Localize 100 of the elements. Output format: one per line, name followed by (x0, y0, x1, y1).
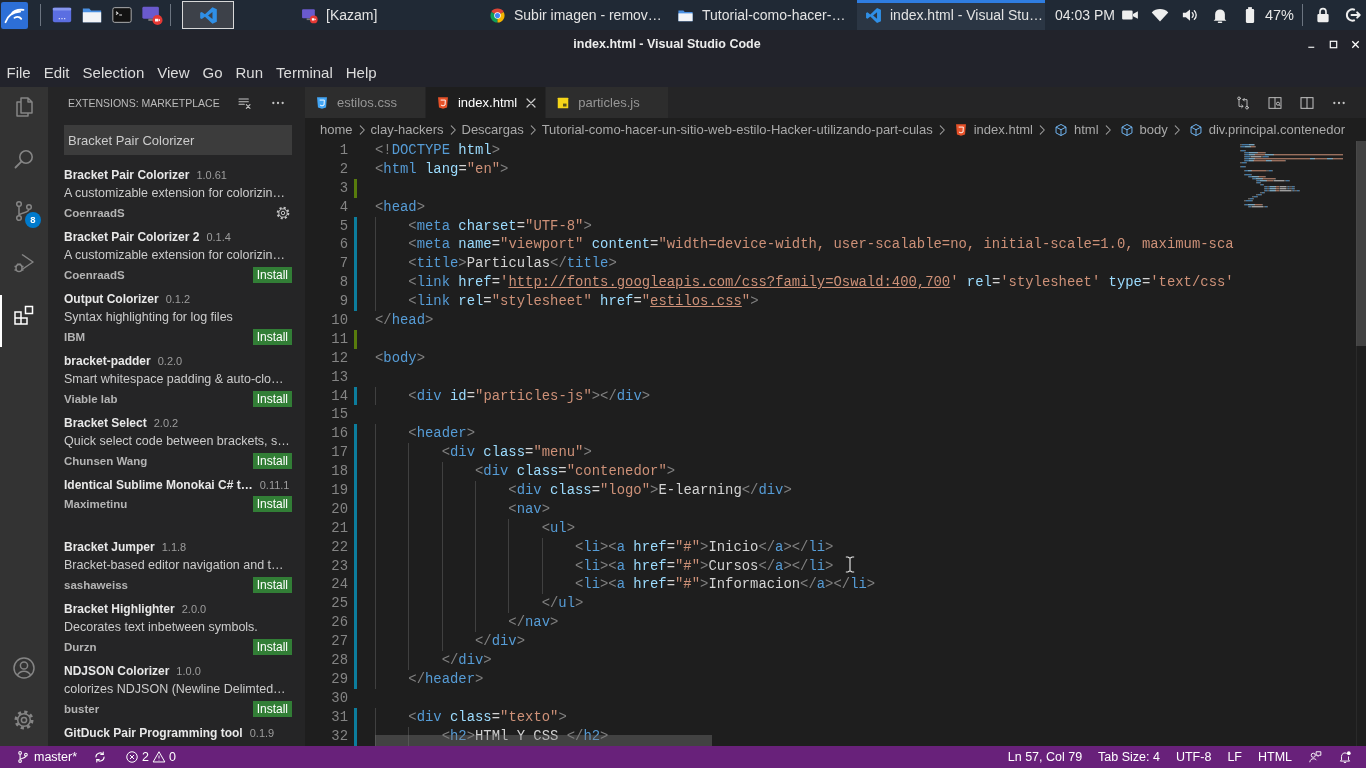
install-button[interactable]: Install (252, 700, 292, 717)
code-line: </div> (441, 651, 492, 670)
app-menu-icon[interactable] (1, 1, 28, 29)
extension-description: Syntax highlighting for log files (64, 309, 234, 326)
editor-tab[interactable]: index.html (425, 87, 547, 118)
extension-name[interactable]: NDJSON Colorizer (64, 663, 170, 678)
install-button[interactable]: Install (252, 638, 292, 655)
error-icon (125, 750, 140, 764)
line-number: 15 (330, 405, 348, 425)
breadcrumb-item[interactable]: home (320, 122, 353, 137)
extension-name[interactable]: Bracket Pair Colorizer 2 (64, 229, 200, 244)
extension-description: Bracket-based editor navigation and t… (64, 557, 285, 574)
line-number: 4 (338, 197, 348, 217)
html-file-icon (435, 95, 450, 110)
compare-changes-icon[interactable] (1235, 94, 1251, 111)
taskbar-button[interactable]: [Kazam] (293, 0, 481, 30)
extension-name[interactable]: Bracket Highlighter (64, 601, 175, 616)
line-number: 5 (338, 216, 348, 236)
breadcrumb-item[interactable]: Tutorial-como-hacer-un-sitio-web-estilo-Hacker-utilizando-part-culas (541, 122, 933, 137)
screen-recorder-icon[interactable] (141, 4, 163, 26)
breadcrumb-item[interactable]: Descargas (461, 122, 524, 137)
taskbar-button[interactable]: index.html - Visual Stu… (857, 0, 1045, 30)
preview-icon[interactable] (1267, 94, 1283, 111)
line-number: 3 (338, 178, 348, 198)
split-editor-icon[interactable] (1299, 94, 1315, 111)
settings-icon[interactable] (12, 708, 36, 732)
terminal-icon[interactable] (111, 4, 133, 26)
install-button[interactable]: Install (252, 452, 292, 469)
branch-button[interactable]: master* (16, 750, 78, 764)
gear-icon[interactable] (275, 204, 291, 221)
line-number: 27 (330, 632, 348, 652)
line-number: 6 (338, 235, 348, 255)
extension-name[interactable]: bracket-padder (64, 353, 151, 368)
extension-name[interactable]: Output Colorizer (64, 291, 159, 306)
search-field[interactable]: Bracket Pair Colorizer (64, 125, 292, 155)
sync-icon[interactable] (93, 750, 108, 764)
maximize-icon[interactable] (1328, 38, 1339, 50)
breadcrumb-item[interactable]: clay-hackers (370, 122, 444, 137)
taskbar-button[interactable]: Tutorial-como-hacer-… (669, 0, 857, 30)
status-item[interactable]: UTF-8 (1175, 750, 1212, 764)
line-number: 22 (330, 537, 348, 557)
breadcrumb-item[interactable]: body (1139, 122, 1168, 137)
editor-tab[interactable]: particles.js (546, 87, 669, 118)
breadcrumb-item[interactable]: html (1074, 122, 1099, 137)
code-line: <link href='http://fonts.googleapis.com/css?family=Oswald:400,700' rel='stylesheet' type='text/css' (408, 273, 1234, 293)
install-button[interactable]: Install (252, 495, 292, 512)
notification-icon[interactable] (1338, 750, 1352, 764)
menu-item[interactable]: Terminal (269, 64, 340, 81)
code-line: <ul> (541, 518, 575, 538)
install-button[interactable]: Install (252, 576, 292, 593)
status-item[interactable]: HTML (1257, 750, 1292, 764)
install-button[interactable]: Install (252, 328, 292, 345)
extension-version: 0.1.2 (165, 292, 191, 305)
publisher-name: Chunsen Wang (64, 454, 148, 467)
menu-item[interactable]: File (0, 64, 38, 81)
install-button[interactable]: Install (252, 266, 292, 283)
code-line: </ul> (541, 594, 584, 614)
scrollbar-thumb[interactable] (1356, 141, 1366, 346)
menu-item[interactable]: View (150, 64, 196, 81)
status-item[interactable]: LF (1227, 750, 1242, 764)
menu-item[interactable]: Selection (76, 64, 151, 81)
account-icon[interactable] (12, 656, 36, 680)
code-line: <title>Particulas</title> (408, 254, 617, 274)
clear-list-icon[interactable] (237, 95, 253, 111)
menu-item[interactable]: Help (339, 64, 384, 81)
extension-version: 1.0.61 (196, 168, 227, 181)
extension-name[interactable]: Bracket Jumper (64, 539, 155, 554)
breadcrumb-item[interactable]: index.html (973, 122, 1033, 137)
editor-tab[interactable]: estilos.css (305, 87, 426, 118)
install-button[interactable]: Install (252, 390, 292, 407)
extension-name[interactable]: Bracket Select (64, 415, 147, 430)
clock[interactable]: 04:03 PM (1055, 7, 1115, 23)
breadcrumb-item[interactable]: div.principal.contenedor (1208, 122, 1346, 137)
menu-item[interactable]: Edit (37, 64, 77, 81)
code-line: </header> (408, 669, 484, 689)
code-line: <meta charset="UTF-8"> (408, 216, 592, 236)
warning-icon (152, 750, 167, 764)
close-icon[interactable] (1350, 38, 1361, 50)
taskbar-button[interactable]: Subir imagen - remov… (481, 0, 669, 30)
extension-name[interactable]: Identical Sublime Monokai C# t… (64, 477, 253, 492)
js-file-icon (556, 95, 571, 110)
status-item[interactable]: Tab Size: 4 (1098, 750, 1160, 764)
status-item[interactable]: Ln 57, Col 79 (1007, 750, 1083, 764)
extension-name[interactable]: GitDuck Pair Programming tool (64, 725, 243, 740)
line-number: 26 (330, 613, 348, 633)
activity-button[interactable]: 8 (0, 191, 48, 243)
wifi-icon[interactable] (1150, 6, 1169, 24)
feedback-icon[interactable] (1308, 750, 1322, 764)
line-number: 7 (338, 254, 348, 274)
workspace-button[interactable] (182, 1, 234, 29)
menu-item[interactable]: Go (196, 64, 229, 81)
code-line: <div class="contenedor"> (475, 462, 676, 482)
code-editor-icon (865, 6, 882, 24)
line-number: 20 (330, 499, 348, 519)
problems-button[interactable]: 2 0 (125, 750, 176, 764)
line-number: 16 (330, 424, 348, 444)
publisher-name: CoenraadS (64, 206, 125, 219)
logout-icon[interactable] (1343, 6, 1362, 24)
menu-item[interactable]: Run (229, 64, 270, 81)
extension-name[interactable]: Bracket Pair Colorizer (64, 167, 190, 182)
